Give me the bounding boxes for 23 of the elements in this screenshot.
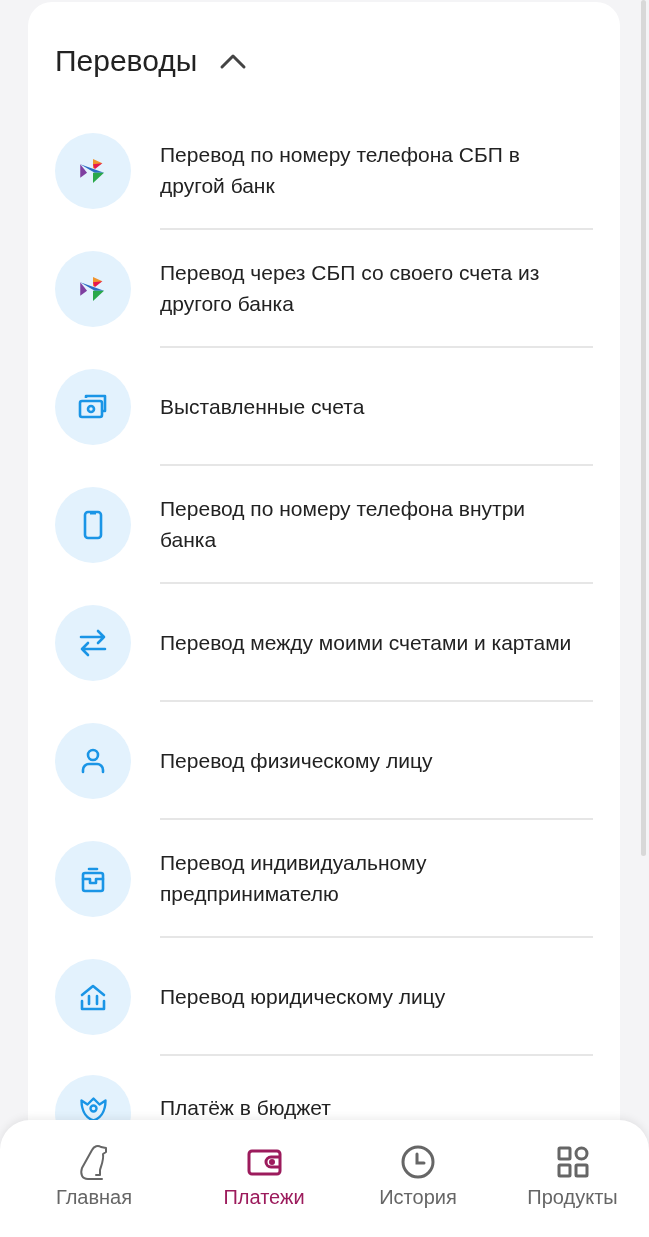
item-label: Перевод юридическому лицу: [160, 983, 446, 1010]
item-label: Перевод по номеру телефона внутри банка: [160, 496, 527, 553]
nav-tab[interactable]: Платежи: [188, 1120, 340, 1237]
item-label: Перевод между моими счетами и картами: [160, 629, 572, 656]
item-label: Перевод индивидуальному предпринимателю: [160, 850, 428, 907]
item-label: Перевод через СБП со своего счета из другого банка: [160, 260, 541, 317]
nav-tab[interactable]: История: [340, 1120, 496, 1237]
item-label: Перевод по номеру телефона СБП в другой банк: [160, 142, 521, 199]
section-title: Переводы: [55, 44, 198, 78]
transfer-item[interactable]: Выставленные счета: [55, 348, 593, 466]
transfer-item[interactable]: Перевод по номеру телефона СБП в другой банк: [55, 112, 593, 230]
transfer-item[interactable]: Перевод физическому лицу: [55, 702, 593, 820]
transfer-item[interactable]: Перевод по номеру телефона внутри банка: [55, 466, 593, 584]
nav-tab[interactable]: Главная: [0, 1120, 188, 1237]
nav-tab[interactable]: Продукты: [496, 1120, 649, 1237]
transfer-item[interactable]: Перевод индивидуальному предпринимателю: [55, 820, 593, 938]
transfer-item[interactable]: Перевод юридическому лицу: [55, 938, 593, 1056]
item-label: Перевод физическому лицу: [160, 747, 433, 774]
transfer-item[interactable]: Перевод через СБП со своего счета из другого банка: [55, 230, 593, 348]
transfer-item[interactable]: Перевод между моими счетами и картами: [55, 584, 593, 702]
item-label: Выставленные счета: [160, 393, 365, 420]
chevron-icon[interactable]: [219, 52, 248, 70]
item-label: Платёж в бюджет: [160, 1096, 331, 1120]
